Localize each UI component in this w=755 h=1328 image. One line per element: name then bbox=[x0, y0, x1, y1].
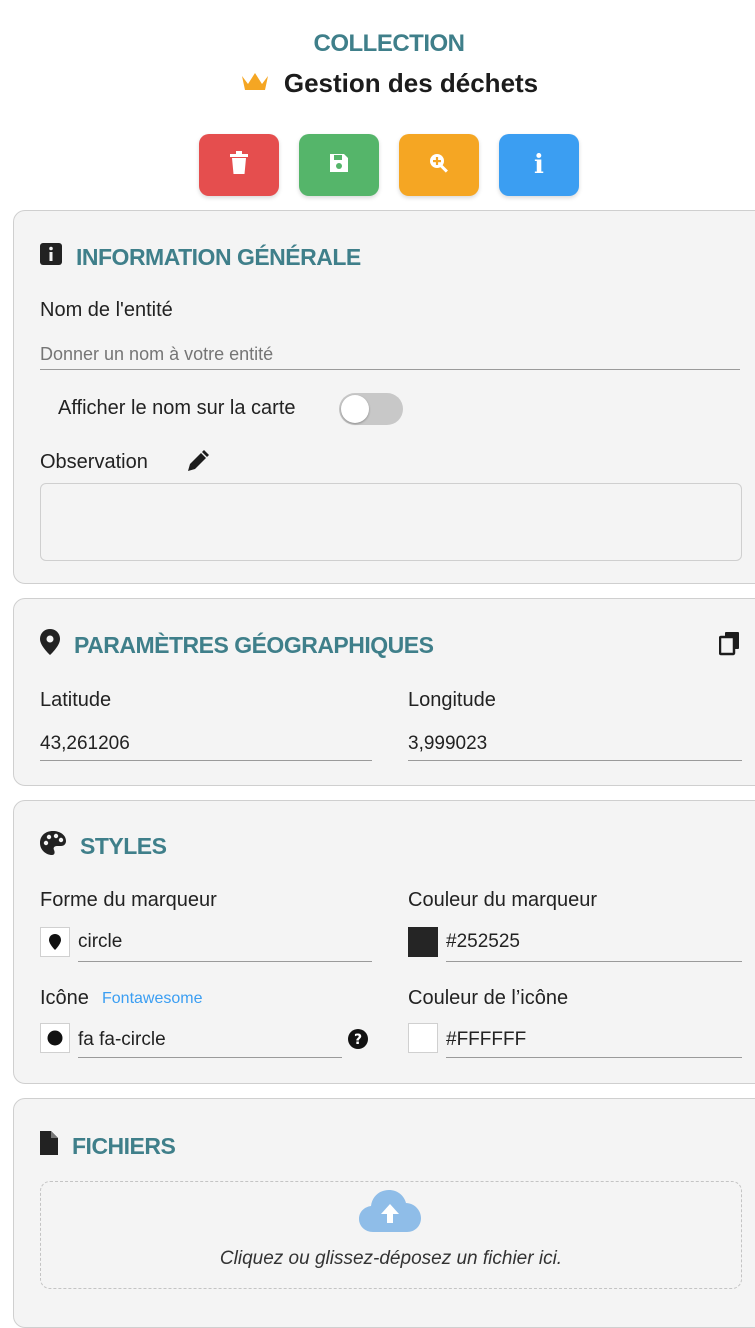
geo-title: PARAMÈTRES GÉOGRAPHIQUES bbox=[74, 631, 434, 658]
icon-field[interactable]: fa fa-circle bbox=[78, 1029, 166, 1051]
longitude-label: Longitude bbox=[408, 689, 496, 711]
cloud-upload-icon bbox=[359, 1190, 421, 1239]
files-panel: FICHIERS Cliquez ou glissez-déposez un f… bbox=[13, 1098, 755, 1328]
icon-color-underline bbox=[446, 1057, 742, 1058]
dropzone-text: Cliquez ou glissez-déposez un fichier ic… bbox=[219, 1248, 563, 1269]
zoom-button[interactable] bbox=[399, 134, 479, 196]
geo-header: PARAMÈTRES GÉOGRAPHIQUES bbox=[40, 629, 434, 661]
marker-shape-preview bbox=[40, 927, 70, 957]
marker-pin-icon bbox=[49, 934, 61, 950]
files-title: FICHIERS bbox=[72, 1132, 176, 1159]
trash-icon bbox=[228, 150, 250, 181]
icon-label: Icône bbox=[40, 987, 89, 1009]
marker-shape-field[interactable]: circle bbox=[78, 931, 122, 953]
general-info-header: INFORMATION GÉNÉRALE bbox=[40, 243, 361, 271]
fontawesome-link[interactable]: Fontawesome bbox=[102, 990, 203, 1008]
styles-title: STYLES bbox=[80, 832, 167, 859]
collection-label: COLLECTION bbox=[313, 30, 466, 57]
map-marker-icon bbox=[40, 629, 60, 661]
icon-color-label: Couleur de l’icône bbox=[408, 987, 569, 1009]
general-info-panel: INFORMATION GÉNÉRALE Nom de l'entité Aff… bbox=[13, 210, 755, 584]
save-button[interactable] bbox=[299, 134, 379, 196]
latitude-field[interactable]: 43,261206 bbox=[40, 733, 130, 755]
info-icon: i bbox=[534, 150, 544, 180]
longitude-underline bbox=[408, 760, 742, 761]
geo-panel: PARAMÈTRES GÉOGRAPHIQUES Latitude 43,261… bbox=[13, 598, 755, 786]
info-square-icon bbox=[40, 243, 62, 271]
latitude-underline bbox=[40, 760, 372, 761]
files-header: FICHIERS bbox=[40, 1131, 176, 1161]
latitude-label: Latitude bbox=[40, 689, 112, 711]
circle-icon bbox=[47, 1030, 63, 1046]
save-icon bbox=[328, 152, 350, 179]
marker-shape-underline bbox=[78, 961, 372, 962]
styles-panel: STYLES Forme du marqueur circle Couleur … bbox=[13, 800, 755, 1084]
file-dropzone[interactable]: Cliquez ou glissez-déposez un fichier ic… bbox=[40, 1181, 742, 1289]
toggle-knob bbox=[341, 395, 369, 423]
show-name-label: Afficher le nom sur la carte bbox=[58, 397, 296, 419]
styles-header: STYLES bbox=[40, 831, 167, 861]
marker-color-label: Couleur du marqueur bbox=[408, 889, 597, 911]
file-icon bbox=[40, 1131, 58, 1161]
marker-color-underline bbox=[446, 961, 742, 962]
page-title-row: Gestion des déchets bbox=[0, 68, 755, 99]
icon-color-swatch[interactable] bbox=[408, 1023, 438, 1053]
help-icon[interactable]: ? bbox=[348, 1029, 368, 1054]
icon-color-field[interactable]: #FFFFFF bbox=[446, 1029, 526, 1051]
marker-color-field[interactable]: #252525 bbox=[446, 931, 520, 953]
palette-icon bbox=[40, 831, 66, 861]
delete-button[interactable] bbox=[199, 134, 279, 196]
observation-textarea[interactable] bbox=[40, 483, 742, 561]
general-info-title: INFORMATION GÉNÉRALE bbox=[76, 243, 361, 270]
page-title: Gestion des déchets bbox=[283, 68, 539, 98]
observation-label: Observation bbox=[40, 451, 148, 473]
show-name-toggle[interactable] bbox=[339, 393, 403, 425]
info-button[interactable]: i bbox=[499, 134, 579, 196]
crown-icon bbox=[240, 68, 270, 99]
longitude-field[interactable]: 3,999023 bbox=[408, 733, 487, 755]
pencil-icon[interactable] bbox=[184, 449, 210, 480]
svg-text:?: ? bbox=[354, 1032, 362, 1048]
entity-name-input[interactable] bbox=[40, 339, 740, 370]
entity-name-label: Nom de l'entité bbox=[40, 299, 173, 321]
marker-shape-label: Forme du marqueur bbox=[40, 889, 217, 911]
toolbar: i bbox=[0, 134, 755, 196]
marker-color-swatch[interactable] bbox=[408, 927, 438, 957]
copy-icon[interactable] bbox=[718, 632, 741, 661]
icon-preview bbox=[40, 1023, 70, 1053]
icon-underline bbox=[78, 1057, 342, 1058]
zoom-in-icon bbox=[427, 151, 451, 180]
